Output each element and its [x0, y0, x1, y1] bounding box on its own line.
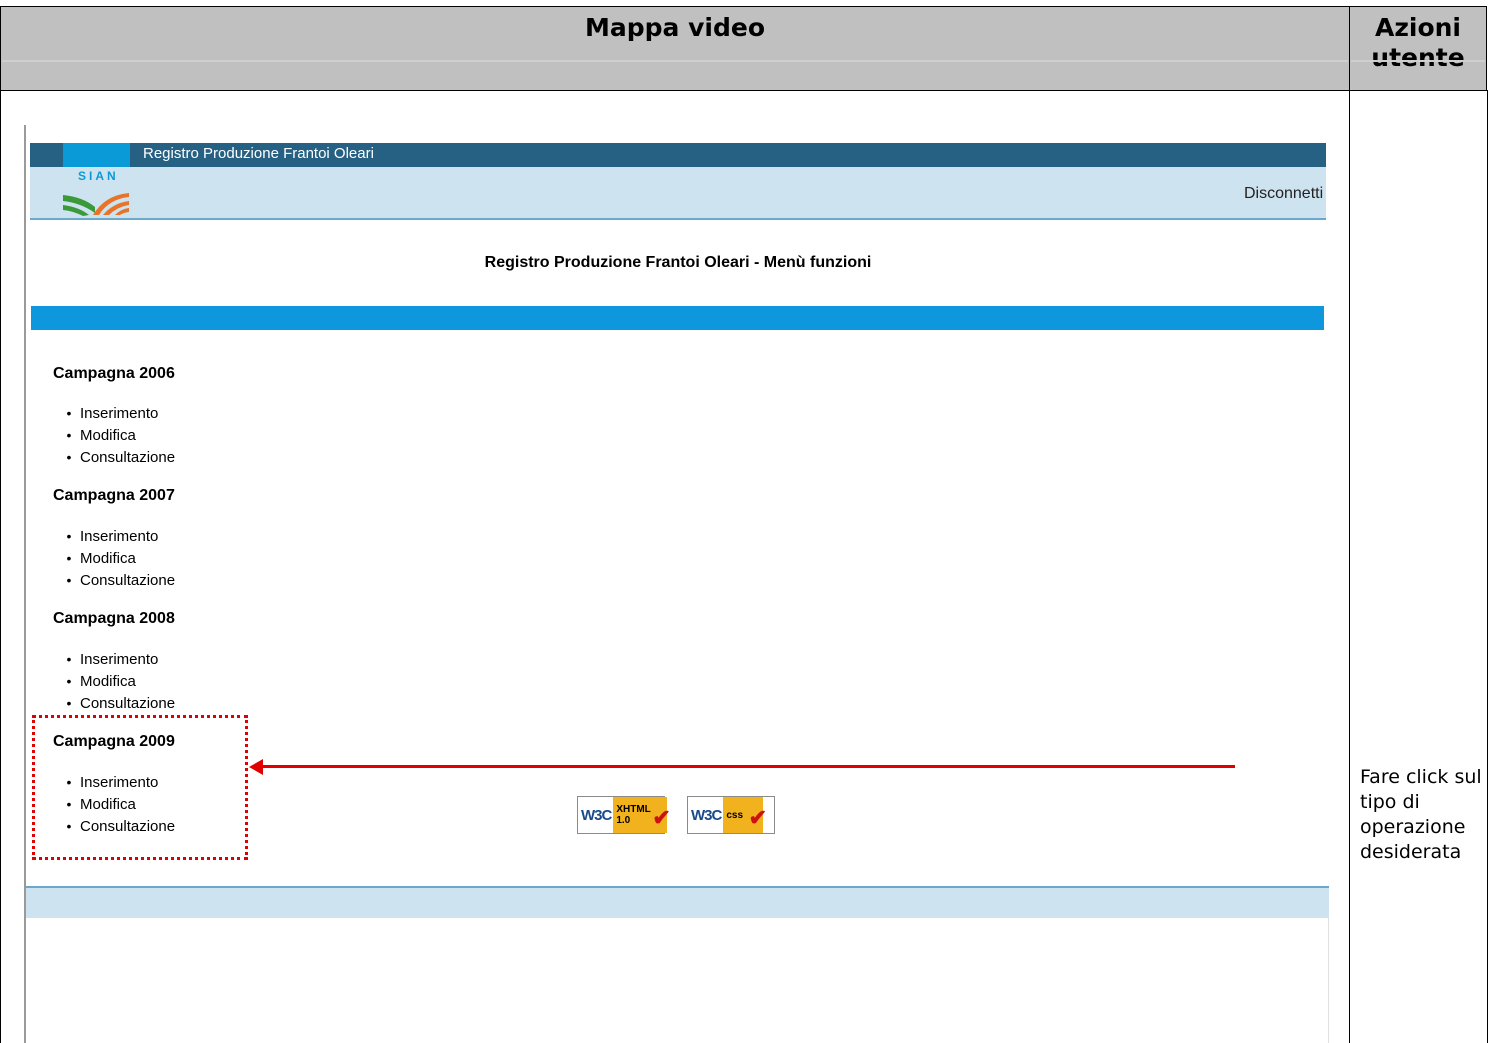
arrow-left-icon	[249, 759, 263, 775]
table-border-middle	[1349, 90, 1350, 1043]
badge-line1: css	[726, 809, 744, 821]
campaign-heading-2006: Campagna 2006	[53, 365, 175, 382]
badge-line2: 1.0	[616, 815, 631, 826]
table-row-divider	[0, 90, 1488, 91]
checkmark-icon: ✔	[748, 805, 768, 830]
table-border-right	[1487, 90, 1488, 1043]
campaign-menu-2008: Inserimento Modifica Consultazione	[60, 648, 175, 714]
menu-item-modifica[interactable]: Modifica	[60, 547, 175, 569]
campaign-menu-2006: Inserimento Modifica Consultazione	[60, 402, 175, 468]
header-divider	[2, 60, 1348, 62]
menu-item-modifica[interactable]: Modifica	[60, 424, 175, 446]
logo-top-strip	[63, 143, 130, 167]
badge-tag: XHTML 1.0 ✔	[613, 797, 671, 833]
menu-item-inserimento[interactable]: Inserimento	[60, 402, 175, 424]
header-mappa-video: Mappa video	[0, 6, 1350, 91]
svg-text:SIAN: SIAN	[78, 169, 119, 183]
menu-blue-band	[31, 306, 1324, 330]
logout-link[interactable]: Disconnetti	[1244, 185, 1323, 203]
app-sub-bar	[30, 167, 1326, 220]
annotation-arrow-line	[262, 765, 1235, 768]
menu-item-inserimento[interactable]: Inserimento	[60, 525, 175, 547]
header-divider	[1351, 60, 1485, 62]
w3c-label: W3C	[581, 806, 612, 824]
table-border-left	[0, 90, 1, 1043]
footer-band	[26, 888, 1329, 918]
badge-tag: css ✔	[723, 797, 767, 833]
menu-item-consultazione[interactable]: Consultazione	[60, 692, 175, 714]
menu-item-inserimento[interactable]: Inserimento	[60, 648, 175, 670]
campaign-menu-2007: Inserimento Modifica Consultazione	[60, 525, 175, 591]
campaign-heading-2008: Campagna 2008	[53, 610, 175, 627]
w3c-xhtml-badge[interactable]: W3C XHTML 1.0 ✔	[577, 796, 671, 834]
footer-edge	[1328, 918, 1329, 1043]
w3c-css-badge[interactable]: W3C css ✔	[687, 796, 775, 834]
user-action-note: Fare click sul tipo di operazione deside…	[1360, 766, 1482, 863]
w3c-label: W3C	[691, 806, 722, 824]
header-right-title-line1: Azioni	[1374, 13, 1461, 42]
badge-line1: XHTML	[616, 804, 651, 815]
sian-logo: SIAN	[63, 167, 130, 217]
menu-item-modifica[interactable]: Modifica	[60, 670, 175, 692]
header-left-title: Mappa video	[584, 13, 765, 42]
menu-title: Registro Produzione Frantoi Oleari - Men…	[484, 254, 872, 271]
highlight-box	[32, 715, 248, 860]
header-right-title-line2: utente	[1371, 43, 1465, 72]
campaign-heading-2007: Campagna 2007	[53, 487, 175, 504]
header-azioni-utente: Azioni utente	[1349, 6, 1487, 91]
menu-item-consultazione[interactable]: Consultazione	[60, 569, 175, 591]
app-title: Registro Produzione Frantoi Oleari	[143, 145, 374, 162]
menu-item-consultazione[interactable]: Consultazione	[60, 446, 175, 468]
checkmark-icon: ✔	[652, 805, 671, 830]
